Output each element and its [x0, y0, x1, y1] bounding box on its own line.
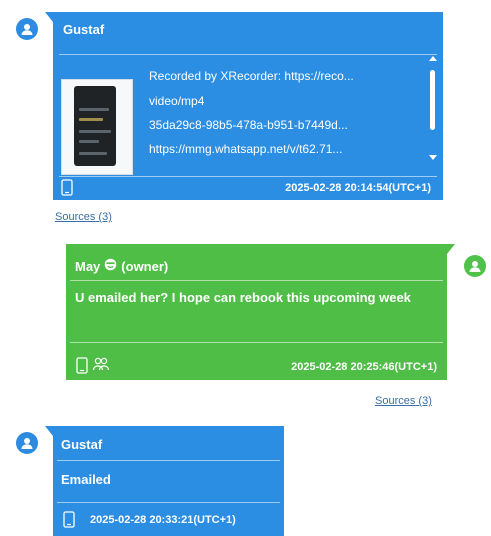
may-avatar-icon	[464, 255, 486, 277]
sources-link[interactable]: Sources (3)	[55, 211, 112, 223]
attachment-filename: 35da29c8-98b5-478a-b951-b7449d...	[149, 118, 348, 132]
divider	[57, 502, 280, 503]
bubble-tail	[45, 12, 53, 22]
divider	[59, 54, 437, 55]
scroll-up-arrow-icon[interactable]	[429, 56, 437, 61]
message-text: Emailed	[61, 472, 111, 487]
gustaf-avatar-icon	[16, 432, 38, 454]
scroll-down-arrow-icon[interactable]	[429, 155, 437, 160]
attachment-scrollbar[interactable]	[429, 56, 437, 160]
gustaf-avatar-icon	[16, 18, 38, 40]
divider	[70, 280, 443, 281]
group-icon	[92, 356, 110, 377]
sender-name-text: May	[75, 258, 101, 274]
attachment-mime-type: video/mp4	[149, 94, 205, 108]
divider	[57, 460, 280, 461]
sender-name: Gustaf	[61, 437, 103, 452]
scroll-thumb[interactable]	[430, 70, 435, 130]
sender-name: May (owner)	[75, 258, 168, 274]
divider	[70, 342, 443, 343]
message-timestamp: 2025-02-28 20:14:54(UTC+1)	[285, 182, 431, 194]
video-thumbnail[interactable]	[61, 79, 133, 175]
divider	[59, 176, 437, 177]
message-timestamp: 2025-02-28 20:33:21(UTC+1)	[90, 514, 236, 526]
bubble-tail	[447, 244, 455, 254]
sender-name: Gustaf	[63, 22, 105, 37]
attachment-caption: Recorded by XRecorder: https://reco...	[149, 69, 354, 83]
message-bubble-1: Gustaf Recorded by XRecorder: https://re…	[53, 12, 443, 200]
sources-link[interactable]: Sources (3)	[375, 395, 432, 407]
phone-icon	[61, 179, 73, 201]
emoji-icon	[104, 258, 117, 274]
phone-icon	[63, 511, 75, 533]
message-bubble-3: Gustaf Emailed 2025-02-28 20:33:21(UTC+1…	[53, 426, 284, 536]
attachment-url[interactable]: https://mmg.whatsapp.net/v/t62.71...	[149, 142, 399, 156]
message-timestamp: 2025-02-28 20:25:46(UTC+1)	[291, 361, 437, 373]
sender-role: (owner)	[121, 258, 169, 274]
bubble-tail	[45, 426, 53, 436]
message-text: U emailed her? I hope can rebook this up…	[75, 290, 411, 305]
phone-icon	[76, 357, 88, 379]
message-bubble-2: May (owner) U emailed her? I hope can re…	[66, 244, 447, 380]
